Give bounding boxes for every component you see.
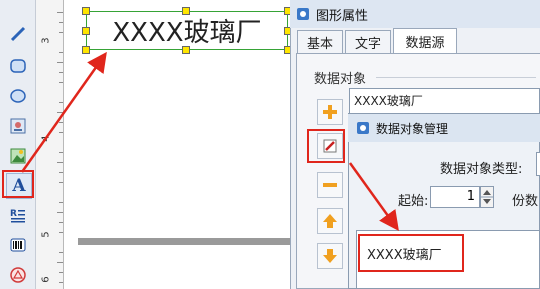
app-icon	[357, 122, 369, 134]
properties-titlebar: 图形属性	[290, 0, 540, 28]
barcode-tool-icon[interactable]	[6, 233, 30, 257]
start-spinner[interactable]	[480, 186, 494, 208]
tab-text[interactable]: 文字	[345, 30, 391, 54]
line-tool-icon[interactable]	[6, 22, 30, 46]
move-up-button[interactable]	[317, 208, 343, 234]
picture-tool-icon[interactable]	[6, 144, 30, 168]
vertical-ruler: 3 4 5 6	[36, 0, 64, 289]
add-button[interactable]	[317, 99, 343, 125]
ruler-number: 3	[40, 37, 52, 44]
ruler-number: 5	[40, 231, 52, 238]
rtf-text-tool-icon[interactable]: R	[6, 203, 30, 227]
page-edge	[78, 238, 290, 245]
resize-handle[interactable]	[182, 7, 190, 15]
minus-icon	[323, 183, 337, 187]
data-object-type-label: 数据对象类型:	[440, 162, 523, 177]
start-input[interactable]: 1	[430, 186, 480, 208]
tab-data-source[interactable]: 数据源	[393, 28, 457, 54]
move-down-button[interactable]	[317, 243, 343, 269]
start-label: 起始:	[398, 194, 429, 209]
tab-label: 数据源	[405, 36, 445, 51]
copies-label: 份数	[512, 194, 539, 209]
highlight-content-text	[358, 234, 464, 272]
shape-tool-icon[interactable]	[6, 263, 30, 287]
text-object[interactable]: XXXX玻璃厂	[86, 11, 288, 50]
spinner-arrows-icon	[481, 190, 493, 204]
svg-text:R: R	[10, 209, 17, 219]
data-object-type-select[interactable]	[536, 152, 540, 176]
tab-label: 文字	[354, 37, 381, 52]
tab-label: 基本	[306, 37, 333, 52]
resize-handle[interactable]	[182, 46, 190, 54]
image-tool-icon[interactable]	[6, 114, 30, 138]
resize-handle[interactable]	[82, 27, 90, 35]
ruler-number: 6	[40, 276, 52, 283]
group-divider	[376, 77, 536, 78]
text-object-content: XXXX玻璃厂	[112, 18, 262, 48]
arrow-down-icon	[323, 249, 337, 263]
highlight-edit-button	[307, 129, 345, 163]
resize-handle[interactable]	[82, 46, 90, 54]
dialog-title: 数据对象管理	[376, 121, 449, 136]
dialog-titlebar: 数据对象管理	[348, 114, 540, 142]
data-object-group-label: 数据对象	[314, 72, 367, 87]
properties-title: 图形属性	[316, 8, 369, 24]
highlight-text-tool	[2, 170, 34, 198]
drawing-toolbar: A R	[0, 0, 36, 289]
arrow-up-icon	[323, 214, 337, 228]
app-icon	[297, 8, 309, 20]
rounded-rect-tool-icon[interactable]	[6, 54, 30, 78]
resize-handle[interactable]	[82, 7, 90, 15]
list-item[interactable]: XXXX玻璃厂	[354, 92, 423, 109]
tab-basic[interactable]: 基本	[297, 30, 343, 54]
ruler-number: 4	[40, 135, 52, 142]
plus-icon	[323, 105, 337, 119]
remove-button[interactable]	[317, 172, 343, 198]
ellipse-tool-icon[interactable]	[6, 84, 30, 108]
